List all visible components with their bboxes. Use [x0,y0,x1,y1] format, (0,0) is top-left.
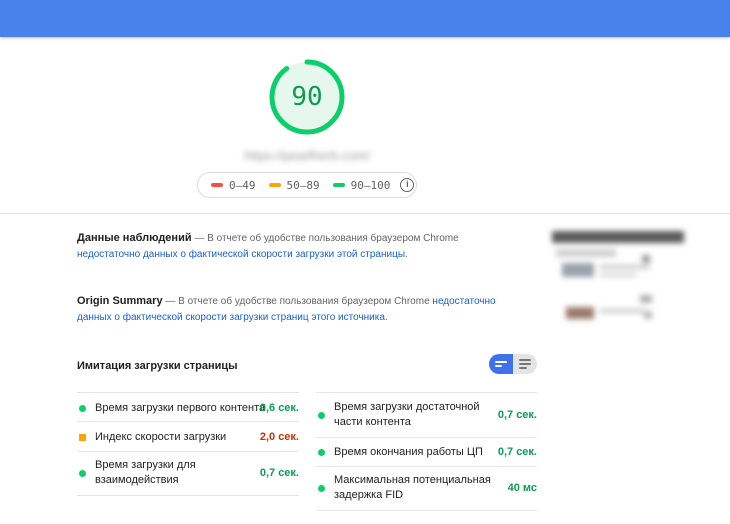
top-bar [0,0,730,37]
thumbnail-icon [642,255,650,263]
metric-label: Индекс скорости загрузки [95,430,227,443]
thumbnail-text [600,273,636,277]
metric-label: Время окончания работы ЦП [334,445,483,458]
lab-data-title: Имитация загрузки страницы [77,360,238,372]
metric-label: Время загрузки первого контента [95,401,266,414]
metric-divider [77,451,299,452]
field-data-text: В отчете об удобстве пользования браузер… [207,233,459,244]
average-marker-icon [268,183,281,187]
score-legend: 0–49 50–89 90–100 i [197,172,417,198]
metric-divider [316,510,537,511]
section-divider [0,213,730,214]
metric-row: Время окончания работы ЦП 0,7 сек. [318,444,537,460]
field-data-end: . [405,249,408,260]
thumbnail-icon [644,311,652,319]
metric-row: Время загрузки для взаимодействия 0,7 се… [79,458,299,488]
metric-divider [77,495,299,496]
thumbnail-icon [640,295,652,303]
legend-fail: 0–49 [211,179,256,192]
pass-status-icon [79,404,86,412]
legend-fail-label: 0–49 [229,178,256,192]
pass-status-icon [318,448,325,456]
metric-row: Индекс скорости загрузки 2,0 сек. [79,429,299,445]
metrics-top-divider-left [77,392,299,393]
page-screenshot-thumbnail [552,225,684,330]
metric-divider [316,466,537,467]
metric-value: 0,7 сек. [497,445,537,458]
legend-average-label: 50–89 [286,178,320,192]
pass-status-icon [318,411,325,419]
bars-icon[interactable] [489,354,513,374]
tested-url[interactable]: https://pearlherb.com/ [226,147,388,165]
performance-score: 90 [291,82,323,112]
thumbnail-block [556,249,616,257]
metric-row: Максимальная потенциальная задержка FID … [318,473,537,503]
metric-row: Время загрузки достаточной части контент… [318,400,537,430]
list-icon[interactable] [513,354,537,374]
metric-label: Максимальная потенциальная задержка FID [334,474,491,501]
pass-marker-icon [332,183,345,187]
metric-value: 0,7 сек. [259,466,299,479]
metrics-top-divider-right [316,392,537,393]
metrics-view-toggle[interactable] [489,354,537,374]
metric-divider [77,421,299,422]
legend-pass: 90–100 [332,178,391,192]
field-data-title: Данные наблюдений [77,232,192,244]
origin-summary-title: Origin Summary [77,295,163,307]
origin-summary-section: Origin Summary — В отчете об удобстве по… [77,293,507,326]
metric-label: Время загрузки для взаимодействия [95,459,196,486]
info-icon[interactable]: i [400,178,415,192]
fail-marker-icon [211,183,223,187]
metric-divider [316,437,537,438]
thumbnail-image [566,307,594,319]
thumbnail-image [562,263,594,277]
pass-status-icon [318,484,325,492]
legend-average: 50–89 [268,178,320,192]
average-status-icon [79,433,86,441]
origin-summary-end: . [384,312,388,323]
field-data-dash: — [191,233,208,244]
metric-value: 0,7 сек. [497,408,537,421]
thumbnail-text [600,265,650,269]
thumbnail-header [552,231,684,243]
metric-value: 0,6 сек. [259,401,299,414]
metric-label: Время загрузки достаточной части контент… [334,401,480,428]
origin-summary-dash: — [162,296,179,307]
metric-value: 2,0 сек. [259,430,299,443]
metric-value: 40 мс [507,481,537,494]
origin-summary-text: В отчете об удобстве пользования браузер… [178,296,433,307]
pass-status-icon [79,469,86,477]
field-data-link[interactable]: недостаточно данных о фактической скорос… [77,249,405,260]
legend-pass-label: 90–100 [350,178,391,192]
thumbnail-text [600,309,644,313]
metric-row: Время загрузки первого контента 0,6 сек. [79,400,299,416]
field-data-section: Данные наблюдений — В отчете об удобстве… [77,230,507,263]
performance-score-gauge: 90 [268,58,346,136]
